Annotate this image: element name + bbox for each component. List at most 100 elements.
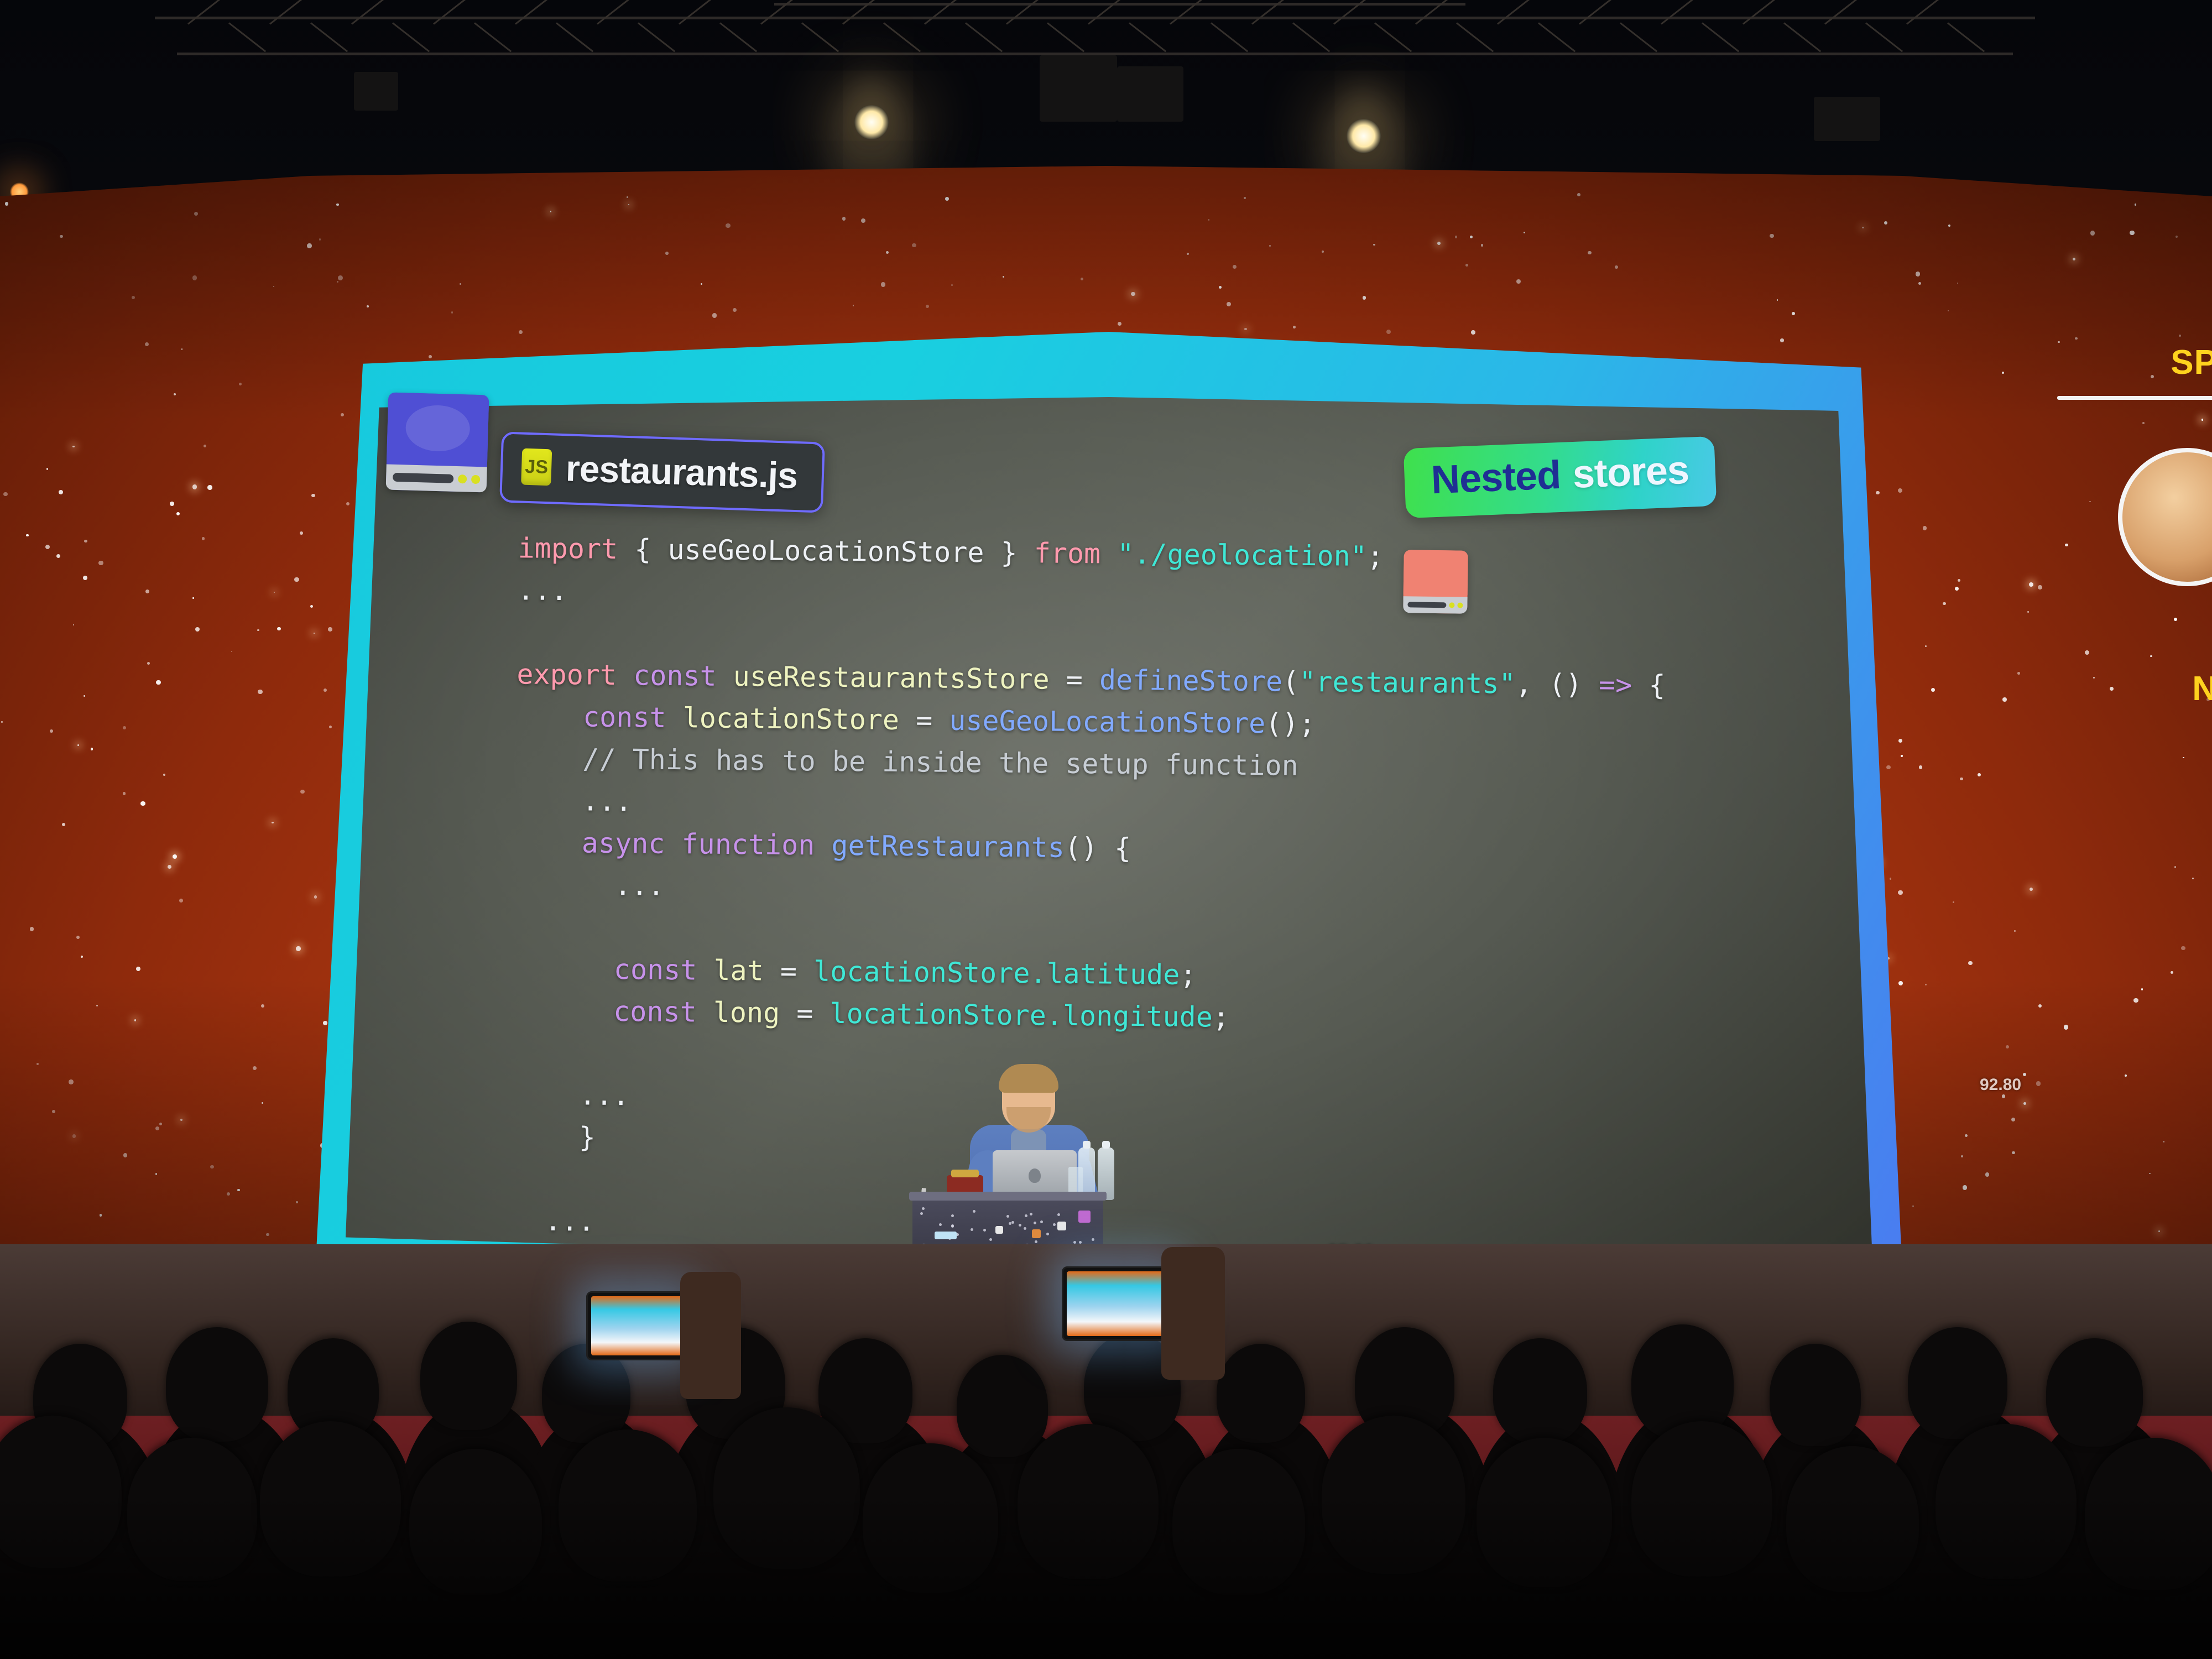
- audience-head: [863, 1443, 998, 1593]
- decorative-card-purple-dot-2: [471, 474, 481, 484]
- podium-star: [970, 1228, 973, 1232]
- podium-star: [1034, 1222, 1037, 1225]
- code-token: locationStore.latitude: [813, 955, 1180, 991]
- code-token: ;: [1180, 958, 1197, 992]
- audience-head: [1770, 1344, 1861, 1446]
- podium-star: [920, 1212, 924, 1215]
- code-token: ;: [1212, 1001, 1230, 1034]
- code-token: const: [613, 953, 697, 987]
- audience-phone-camera[interactable]: [1062, 1266, 1172, 1341]
- code-token: long: [713, 996, 780, 1029]
- code-token: {: [1632, 669, 1666, 702]
- audience-head: [1908, 1327, 2007, 1439]
- side-banner-rule: [2057, 396, 2212, 400]
- conference-hall-photo: SP N 47.81 3044 92.80 JS: [0, 0, 2212, 1659]
- podium-star: [1006, 1214, 1009, 1218]
- code-token: locationStore.longitude: [830, 997, 1213, 1034]
- code-token: "./geolocation": [1117, 538, 1368, 573]
- podium-star: [1046, 1232, 1050, 1235]
- audience-head: [420, 1322, 517, 1430]
- podium-star: [1078, 1241, 1082, 1244]
- audience-head: [1172, 1449, 1305, 1595]
- file-tab: JS restaurants.js: [499, 431, 825, 513]
- rig-box: [1814, 97, 1880, 141]
- podium-star: [1073, 1241, 1077, 1244]
- rig-box: [1117, 66, 1183, 122]
- code-token: =>: [1598, 669, 1632, 701]
- code-token: useGeoLocationStore: [949, 704, 1266, 740]
- decorative-card-purple-circle: [405, 404, 471, 452]
- nested-stores-badge-word-1: Nested: [1430, 452, 1562, 503]
- code-token: // This has to be inside the setup funct…: [515, 742, 1299, 782]
- code-token: ...: [517, 574, 568, 607]
- audience-head: [1217, 1344, 1305, 1443]
- projector-mark-right: 92.80: [1980, 1076, 2022, 1094]
- nested-stores-badge-word-2: stores: [1572, 447, 1690, 497]
- code-token: ...: [512, 1078, 630, 1112]
- code-token: }: [512, 1120, 596, 1154]
- code-token: useRestaurantsStore: [733, 660, 1050, 696]
- side-banner-text-bottom: N: [2192, 670, 2212, 708]
- podium-star: [951, 1225, 954, 1228]
- code-token: async function: [581, 827, 815, 862]
- audience-head: [559, 1430, 697, 1582]
- audience-head: [1631, 1421, 1772, 1577]
- code-token: ...: [515, 784, 633, 818]
- side-banner-avatar: [2118, 448, 2212, 586]
- podium-star: [983, 1229, 986, 1232]
- code-token: locationStore: [682, 702, 900, 736]
- podium-marker: [935, 1232, 957, 1239]
- side-banner-text-top: SP: [2171, 343, 2212, 382]
- audience-head: [409, 1449, 542, 1595]
- audience-head: [166, 1327, 268, 1442]
- podium-marker: [995, 1226, 1003, 1234]
- code-token: , (): [1515, 667, 1599, 701]
- podium-star: [1024, 1227, 1027, 1230]
- code-token: "restaurants": [1298, 665, 1516, 700]
- slide-code-block: import { useGeoLocationStore } from "./g…: [510, 527, 1873, 1338]
- audience-head: [713, 1407, 860, 1569]
- code-token: =: [763, 954, 814, 988]
- code-token: getRestaurants: [831, 829, 1065, 864]
- podium-top-surface: [909, 1192, 1107, 1201]
- code-token: (: [1282, 665, 1300, 698]
- decorative-card-purple-bar: [392, 473, 454, 483]
- spotlight-left: [854, 105, 889, 139]
- audience-head: [1477, 1438, 1612, 1587]
- code-token: =: [899, 703, 950, 737]
- js-file-icon: JS: [521, 448, 552, 486]
- podium-star: [1019, 1224, 1022, 1227]
- podium-star: [1040, 1220, 1043, 1224]
- audience-head: [957, 1355, 1048, 1457]
- audience-head: [2085, 1438, 2212, 1590]
- podium-star: [1052, 1223, 1056, 1226]
- code-token: export: [517, 658, 617, 691]
- podium-star: [1030, 1213, 1033, 1216]
- decorative-card-purple-body: [386, 392, 489, 467]
- audience-head: [260, 1421, 401, 1577]
- code-token: =: [1049, 663, 1100, 696]
- audience-head: [1493, 1338, 1587, 1444]
- podium-star: [922, 1207, 925, 1211]
- code-token: ...: [514, 868, 665, 902]
- presenter-hair: [999, 1064, 1058, 1093]
- audience-head: [1322, 1416, 1465, 1574]
- side-banner: SP N: [2035, 343, 2212, 752]
- code-token: =: [779, 997, 830, 1030]
- podium-star: [939, 1223, 942, 1226]
- audience-phone-camera[interactable]: [586, 1291, 688, 1360]
- podium-marker: [1057, 1222, 1066, 1230]
- podium-star: [1092, 1238, 1095, 1241]
- podium-star: [1011, 1221, 1015, 1224]
- podium-star: [989, 1238, 992, 1241]
- audience-head: [127, 1438, 257, 1581]
- laptop-logo: [1029, 1168, 1041, 1183]
- podium-star: [1035, 1240, 1038, 1243]
